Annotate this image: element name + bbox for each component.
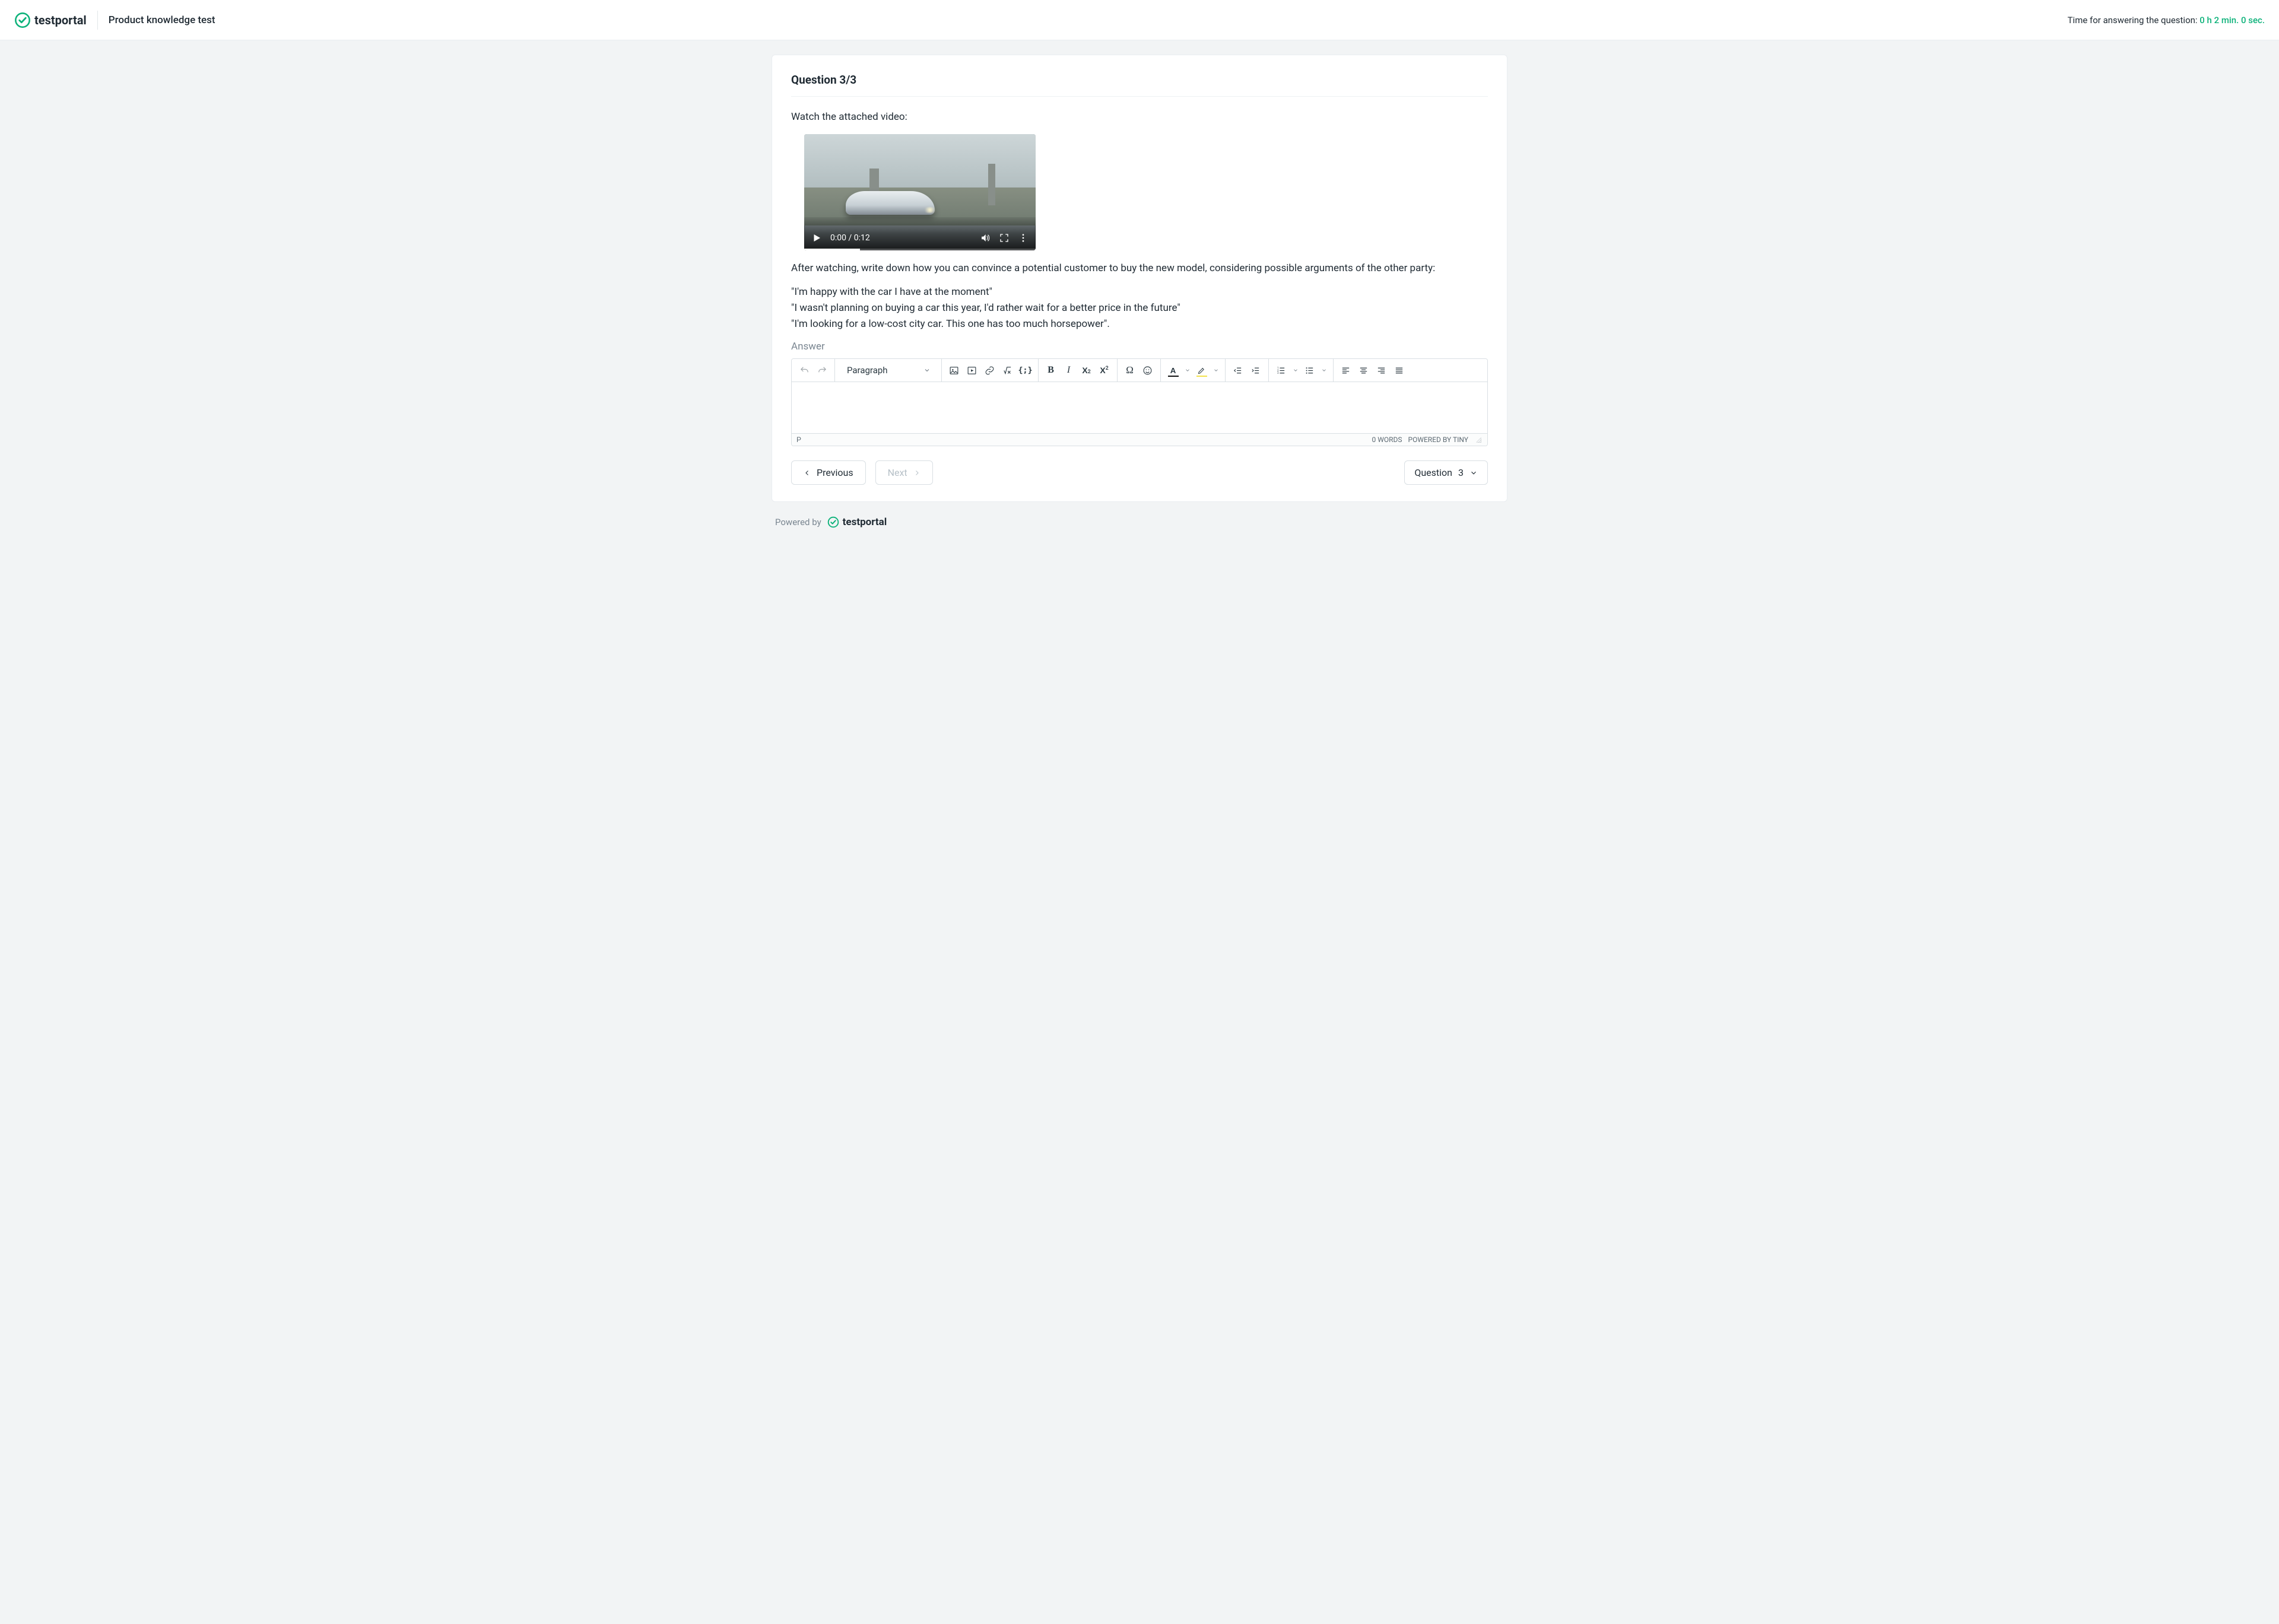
question-prompt: After watching, write down how you can c… xyxy=(791,261,1488,276)
chevron-down-icon xyxy=(923,367,931,374)
brand-name: testportal xyxy=(34,13,87,27)
tiny-branding[interactable]: POWERED BY TINY xyxy=(1408,436,1469,444)
question-timer: Time for answering the question: 0 h 2 m… xyxy=(2068,15,2265,26)
play-icon[interactable] xyxy=(811,233,822,243)
attached-video[interactable]: 0:00 / 0:12 xyxy=(804,134,1036,250)
previous-button[interactable]: Previous xyxy=(791,460,866,485)
chevron-right-icon xyxy=(913,469,921,476)
chevron-down-icon xyxy=(1469,469,1478,477)
bullet-list-menu[interactable] xyxy=(1319,367,1329,373)
highlight-color-menu[interactable] xyxy=(1211,367,1221,373)
timer-label: Time for answering the question: xyxy=(2068,15,2198,26)
objection-1: "I'm happy with the car I have at the mo… xyxy=(791,285,1488,300)
align-justify-button[interactable] xyxy=(1391,361,1408,379)
insert-image-button[interactable] xyxy=(945,361,963,379)
highlight-color-button[interactable] xyxy=(1193,361,1211,379)
insert-code-button[interactable]: {;} xyxy=(1017,361,1034,379)
superscript-button[interactable]: X2 xyxy=(1096,361,1113,379)
video-controls: 0:00 / 0:12 xyxy=(804,225,1036,250)
resize-handle-icon[interactable] xyxy=(1474,436,1483,444)
align-right-button[interactable] xyxy=(1373,361,1391,379)
text-color-button[interactable]: A xyxy=(1164,361,1182,379)
question-jump-number: 3 xyxy=(1458,467,1464,478)
brand-logo[interactable]: testportal xyxy=(14,12,87,28)
insert-media-button[interactable] xyxy=(963,361,981,379)
check-circle-icon xyxy=(827,516,839,528)
block-format-select[interactable]: Paragraph xyxy=(839,365,938,376)
fullscreen-icon[interactable] xyxy=(999,233,1010,243)
powered-by-label: Powered by xyxy=(775,517,821,527)
previous-label: Previous xyxy=(817,467,853,478)
check-circle-icon xyxy=(14,12,31,28)
element-path[interactable]: P xyxy=(796,436,801,444)
question-nav: Previous Next Question 3 xyxy=(791,460,1488,485)
editor-statusbar: P 0 WORDS POWERED BY TINY xyxy=(792,433,1487,446)
indent-button[interactable] xyxy=(1247,361,1265,379)
timer-value: 0 h 2 min. 0 sec. xyxy=(2199,15,2265,26)
question-jump-label: Question xyxy=(1414,467,1452,478)
question-counter: Question 3/3 xyxy=(791,73,1488,97)
subscript-button[interactable]: X2 xyxy=(1078,361,1096,379)
objection-2: "I wasn't planning on buying a car this … xyxy=(791,301,1488,316)
ordered-list-button[interactable]: 123 xyxy=(1272,361,1290,379)
undo-button[interactable] xyxy=(795,361,813,379)
question-jump-select[interactable]: Question 3 xyxy=(1404,460,1488,485)
block-format-value: Paragraph xyxy=(847,365,888,376)
answer-label: Answer xyxy=(791,341,1488,352)
header-left: testportal Product knowledge test xyxy=(14,11,215,30)
video-car-graphic xyxy=(846,191,935,215)
bold-button[interactable]: B xyxy=(1042,361,1060,379)
special-char-button[interactable]: Ω xyxy=(1121,361,1139,379)
footer-brand-logo[interactable]: testportal xyxy=(827,516,887,528)
app-header: testportal Product knowledge test Time f… xyxy=(0,0,2279,40)
align-center-button[interactable] xyxy=(1355,361,1373,379)
rich-text-editor: Paragraph {;} B I X2 X2 xyxy=(791,358,1488,446)
next-button[interactable]: Next xyxy=(875,460,933,485)
chevron-left-icon xyxy=(804,469,811,476)
more-icon[interactable] xyxy=(1018,233,1029,243)
italic-button[interactable]: I xyxy=(1060,361,1078,379)
insert-equation-button[interactable] xyxy=(999,361,1017,379)
divider xyxy=(97,11,98,30)
objection-3: "I'm looking for a low-cost city car. Th… xyxy=(791,317,1488,332)
text-color-menu[interactable] xyxy=(1182,367,1193,373)
question-card: Question 3/3 Watch the attached video: xyxy=(772,55,1507,502)
word-count: 0 WORDS xyxy=(1372,436,1402,444)
test-title: Product knowledge test xyxy=(109,14,215,26)
question-body: Watch the attached video: 0:00 / 0:12 xyxy=(791,110,1488,331)
page-footer: Powered by testportal xyxy=(772,516,1507,528)
redo-button[interactable] xyxy=(813,361,831,379)
video-time: 0:00 / 0:12 xyxy=(830,233,870,243)
insert-link-button[interactable] xyxy=(981,361,999,379)
volume-icon[interactable] xyxy=(980,233,991,243)
outdent-button[interactable] xyxy=(1229,361,1247,379)
emoji-button[interactable] xyxy=(1139,361,1157,379)
svg-text:3: 3 xyxy=(1277,372,1279,375)
align-left-button[interactable] xyxy=(1337,361,1355,379)
editor-content-area[interactable] xyxy=(792,382,1487,433)
next-label: Next xyxy=(888,467,907,478)
bullet-list-button[interactable] xyxy=(1301,361,1319,379)
footer-brand-name: testportal xyxy=(843,516,887,528)
question-intro: Watch the attached video: xyxy=(791,110,1488,125)
editor-toolbar: Paragraph {;} B I X2 X2 xyxy=(792,359,1487,382)
ordered-list-menu[interactable] xyxy=(1290,367,1301,373)
